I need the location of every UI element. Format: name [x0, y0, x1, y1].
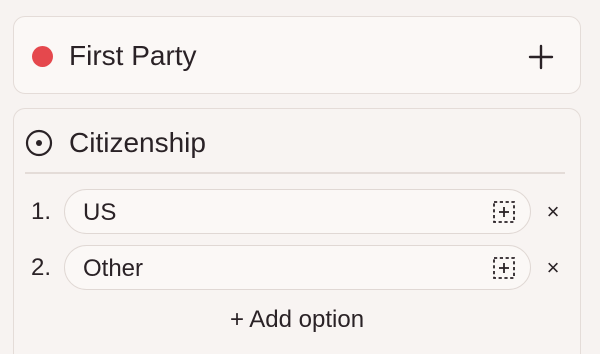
add-option-button[interactable]: + Add option: [14, 305, 580, 335]
party-card: First Party: [13, 16, 581, 94]
option-number: 1.: [31, 198, 52, 225]
add-party-button[interactable]: [525, 41, 557, 73]
question-title: Citizenship: [69, 127, 206, 158]
dashed-plus-icon[interactable]: [492, 200, 516, 224]
party-title: First Party: [69, 40, 197, 71]
remove-option-button[interactable]: ×: [544, 198, 562, 226]
option-input[interactable]: US: [64, 189, 531, 234]
question-card: Citizenship 1. US × 2. Other × + Add opt…: [13, 108, 581, 354]
option-input[interactable]: Other: [64, 245, 531, 290]
party-color-dot: [32, 46, 53, 67]
option-number: 2.: [31, 254, 52, 281]
remove-option-button[interactable]: ×: [544, 254, 562, 282]
plus-icon: [528, 44, 554, 70]
radio-circle-icon: [25, 129, 53, 157]
divider: [25, 172, 565, 174]
option-row: 1. US ×: [14, 189, 580, 235]
option-label: Other: [83, 255, 144, 282]
option-label: US: [83, 199, 117, 226]
option-row: 2. Other ×: [14, 245, 580, 291]
dashed-plus-icon[interactable]: [492, 256, 516, 280]
